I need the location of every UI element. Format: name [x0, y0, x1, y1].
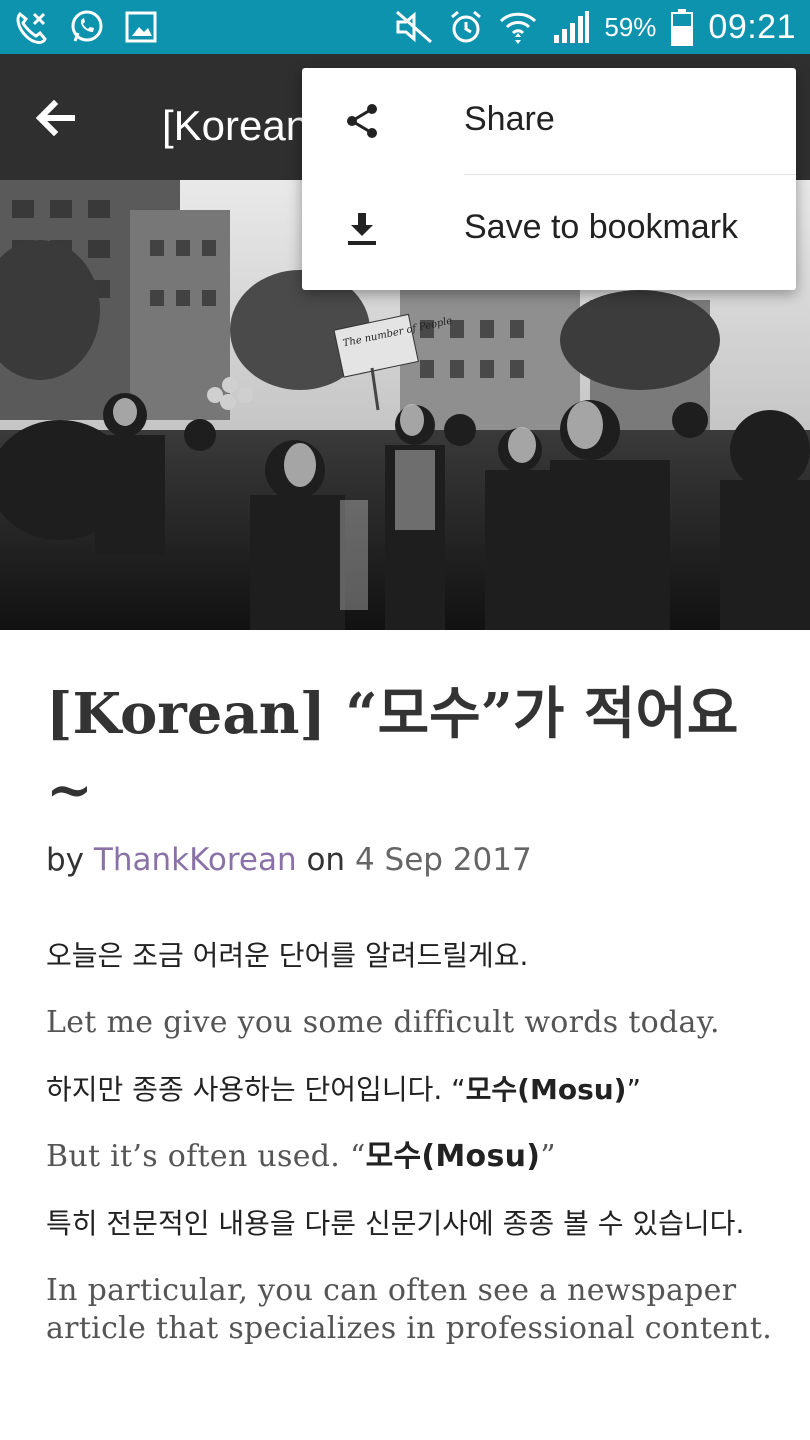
p2-ko-prefix: 하지만 종종 사용하는 단어입니다. “ [46, 1073, 466, 1106]
paragraph-1-korean: 오늘은 조금 어려운 단어를 알려드릴게요. [46, 939, 529, 972]
p2-en-keyword: 모수(Mosu) [365, 1139, 541, 1174]
article-title: [Korean] “모수”가 적어요~ [46, 681, 739, 823]
p2-ko-keyword: 모수(Mosu) [465, 1073, 627, 1106]
missed-call-icon [12, 8, 50, 46]
share-icon [347, 104, 377, 138]
paragraph-3-korean: 특히 전문적인 내용을 다룬 신문기사에 종종 볼 수 있습니다. [46, 1207, 745, 1240]
status-bar: 59% 09:21 [0, 0, 810, 54]
gallery-icon [124, 10, 158, 44]
p2-ko-suffix: ” [626, 1073, 641, 1106]
paragraph-3-english: In particular, you can often see a newsp… [46, 1273, 773, 1346]
alarm-icon [448, 9, 484, 45]
battery-percent: 59% [604, 11, 657, 42]
battery-icon [670, 8, 694, 46]
paragraph-1-english: Let me give you some difficult words tod… [46, 1005, 720, 1040]
overflow-menu: Share Save to bookmark [302, 68, 796, 290]
download-icon [348, 213, 376, 245]
wifi-icon [498, 8, 538, 46]
back-button[interactable] [28, 90, 84, 146]
menu-item-share-label: Share [464, 100, 555, 138]
whatsapp-icon [68, 8, 106, 46]
byline-on: on [306, 842, 346, 878]
status-left-icons [0, 8, 158, 46]
mute-icon [394, 9, 434, 45]
paragraph-2-english: But it’s often used. “모수(Mosu)” [46, 1138, 776, 1176]
byline: by ThankKorean on 4 Sep 2017 [46, 842, 776, 878]
back-arrow-icon [35, 99, 75, 137]
article: [Korean] “모수”가 적어요~ by ThankKorean on 4 … [46, 630, 776, 1348]
status-right-icons: 59% 09:21 [394, 8, 810, 47]
p2-en-prefix: But it’s often used. “ [46, 1139, 366, 1174]
byline-by: by [46, 842, 85, 878]
clock: 09:21 [708, 7, 796, 46]
menu-item-save-label: Save to bookmark [464, 208, 739, 246]
signal-icon [552, 9, 590, 45]
p2-en-suffix: ” [540, 1139, 556, 1174]
paragraph-2-korean: 하지만 종종 사용하는 단어입니다. “모수(Mosu)” [46, 1072, 776, 1108]
menu-divider [464, 174, 796, 175]
author-link[interactable]: ThankKorean [94, 842, 297, 878]
menu-item-share[interactable]: Share [302, 68, 796, 174]
publish-date: 4 Sep 2017 [354, 842, 532, 878]
menu-item-save-bookmark[interactable]: Save to bookmark [302, 176, 796, 282]
